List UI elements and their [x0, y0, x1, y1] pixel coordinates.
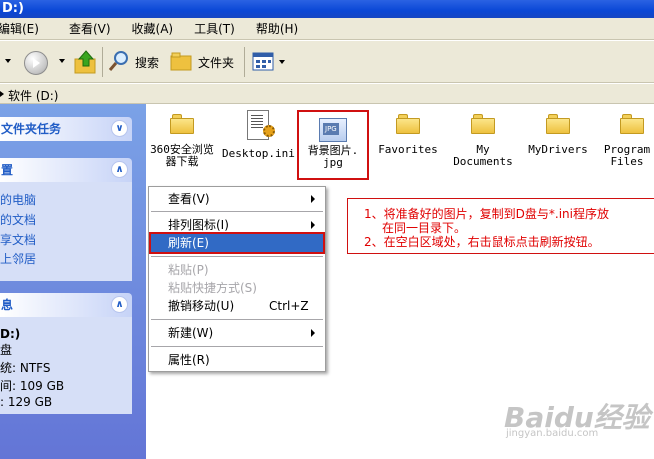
folder-icon — [546, 114, 570, 134]
menu-item-label: 新建(W) — [168, 326, 214, 340]
address-bar: 软件 (D:) — [0, 84, 654, 104]
menu-item-arrange-icons[interactable]: 排列图标(I) — [151, 216, 323, 234]
up-folder-button[interactable] — [74, 49, 98, 75]
file-item[interactable]: Favorites — [372, 114, 444, 156]
file-item[interactable]: MyDrivers — [522, 114, 594, 156]
views-button[interactable] — [252, 52, 286, 72]
file-item[interactable]: 360安全浏览 器下载 — [146, 114, 218, 168]
menu-divider — [151, 346, 323, 347]
file-name-line2: 器下载 — [165, 155, 199, 168]
baidu-watermark-url: jingyan.baidu.com — [506, 428, 599, 439]
file-name-line2: Documents — [453, 155, 513, 168]
link-network-places[interactable]: 上邻居 — [0, 250, 36, 267]
menu-bar: 编辑(E) 查看(V) 收藏(A) 工具(T) 帮助(H) — [0, 18, 654, 40]
collapse-chevron-icon[interactable]: ∧ — [111, 161, 128, 178]
drive-type: 盘 — [0, 343, 13, 357]
submenu-arrow-icon — [311, 221, 315, 229]
menu-divider — [151, 319, 323, 320]
folder-icon — [620, 114, 644, 134]
menu-item-refresh[interactable]: 刷新(E) — [149, 232, 325, 254]
folders-button[interactable]: 文件夹 — [170, 50, 238, 74]
total-size: : 129 GB — [0, 395, 53, 409]
window-title: D:) — [2, 1, 24, 16]
menu-item-paste: 粘贴(P) — [151, 261, 323, 279]
menu-tools[interactable]: 工具(T) — [191, 20, 244, 37]
back-dropdown-icon[interactable] — [5, 59, 11, 63]
task-pane: 文件夹任务 ∨ 置 ∧ 的电脑 的文档 享文档 上邻居 息 ∧ D:) 盘 统:… — [0, 104, 146, 459]
folder-tasks-header[interactable]: 文件夹任务 ∨ — [0, 117, 132, 141]
folder-icon — [471, 114, 495, 134]
toolbar-separator — [102, 47, 103, 77]
file-name-line1: Desktop.ini — [222, 147, 295, 160]
search-icon — [108, 51, 128, 71]
search-button[interactable]: 搜索 — [108, 50, 164, 74]
toolbar: 搜索 文件夹 — [0, 41, 654, 83]
menu-item-label: 粘贴快捷方式(S) — [168, 281, 257, 295]
views-icon — [252, 52, 274, 71]
link-shared-documents[interactable]: 享文档 — [0, 231, 36, 248]
free-space: 间: 109 GB — [0, 379, 65, 393]
context-menu: 查看(V) 排列图标(I) 刷新(E) 粘贴(P) 粘贴快捷方式(S) 撤销移动… — [148, 186, 326, 372]
details-header[interactable]: 息 ∧ — [0, 293, 132, 317]
toolbar-separator-2 — [244, 47, 245, 77]
menu-item-label: 刷新(E) — [168, 236, 209, 250]
annotation-line-2: 2、在空白区域处，右击鼠标点击刷新按钮。 — [364, 235, 600, 249]
file-name-line1: MyDrivers — [528, 143, 588, 156]
forward-dropdown-icon[interactable] — [59, 59, 65, 63]
file-item[interactable]: Program Files — [600, 114, 654, 168]
menu-item-new[interactable]: 新建(W) — [151, 324, 323, 342]
menu-item-label: 粘贴(P) — [168, 263, 209, 277]
file-item[interactable]: Desktop.ini — [222, 110, 295, 160]
details-body: D:) 盘 统: NTFS 间: 109 GB : 129 GB — [0, 317, 132, 414]
address-history-icon[interactable] — [0, 91, 4, 97]
menu-item-label: 属性(R) — [168, 353, 210, 367]
drive-name: D:) — [0, 327, 21, 341]
highlight-box — [297, 110, 369, 180]
ini-file-icon — [247, 110, 275, 140]
menu-favorites[interactable]: 收藏(A) — [129, 20, 183, 37]
details-title: 息 — [1, 298, 14, 312]
link-my-documents[interactable]: 的文档 — [0, 211, 36, 228]
menu-item-properties[interactable]: 属性(R) — [151, 351, 323, 369]
file-name-line2: Files — [610, 155, 644, 168]
menu-divider — [151, 211, 323, 212]
expand-chevron-icon[interactable]: ∨ — [111, 120, 128, 137]
instruction-annotation: 1、将准备好的图片，复制到D盘与*.ini程序放 在同一目录下。 2、在空白区域… — [347, 198, 654, 254]
file-system: 统: NTFS — [0, 361, 51, 375]
menu-item-label: 撤销移动(U) — [168, 299, 235, 313]
other-places-header[interactable]: 置 ∧ — [0, 158, 132, 182]
other-places-title: 置 — [1, 163, 14, 177]
link-my-computer[interactable]: 的电脑 — [0, 191, 36, 208]
collapse-chevron-icon[interactable]: ∧ — [111, 296, 128, 313]
views-dropdown-icon — [279, 60, 285, 64]
up-folder-icon — [74, 50, 96, 74]
menu-item-shortcut: Ctrl+Z — [269, 299, 309, 313]
window-title-bar: D:) — [0, 0, 654, 18]
folder-icon — [396, 114, 420, 134]
menu-view[interactable]: 查看(V) — [66, 20, 120, 37]
file-item[interactable]: My Documents — [447, 114, 519, 168]
menu-edit[interactable]: 编辑(E) — [0, 20, 48, 37]
menu-item-paste-shortcut: 粘贴快捷方式(S) — [151, 279, 323, 297]
folder-tasks-title: 文件夹任务 — [1, 122, 62, 136]
menu-item-undo-move[interactable]: 撤销移动(U) Ctrl+Z — [151, 297, 323, 315]
folders-label: 文件夹 — [198, 56, 235, 70]
folders-icon — [170, 52, 192, 71]
menu-help[interactable]: 帮助(H) — [253, 20, 307, 37]
menu-divider — [151, 256, 323, 257]
other-places-body: 的电脑 的文档 享文档 上邻居 — [0, 182, 132, 281]
submenu-arrow-icon — [311, 329, 315, 337]
forward-button[interactable] — [24, 51, 48, 75]
menu-item-view[interactable]: 查看(V) — [151, 190, 323, 208]
submenu-arrow-icon — [311, 195, 315, 203]
address-input[interactable]: 软件 (D:) — [8, 87, 58, 104]
menu-item-label: 排列图标(I) — [168, 218, 229, 232]
folder-icon — [170, 114, 194, 134]
menu-item-label: 查看(V) — [168, 192, 210, 206]
search-label: 搜索 — [135, 56, 160, 70]
file-name-line1: Favorites — [378, 143, 438, 156]
